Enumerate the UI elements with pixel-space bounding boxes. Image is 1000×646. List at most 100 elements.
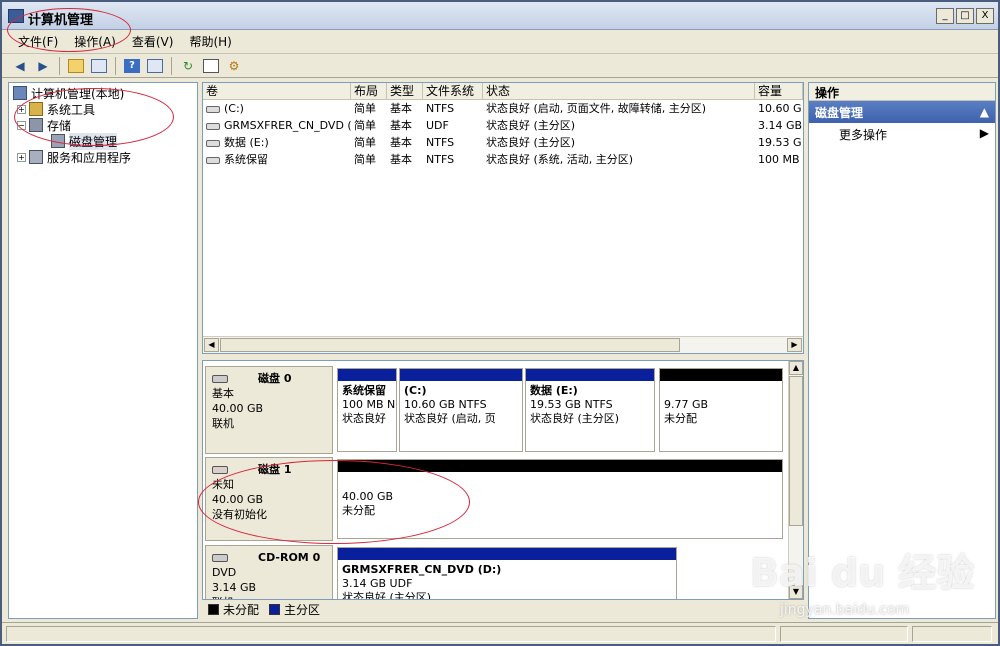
refresh-icon[interactable]: ↻: [178, 57, 198, 75]
partition-e[interactable]: 数据 (E:) 19.53 GB NTFS 状态良好 (主分区): [525, 368, 655, 452]
minimize-button[interactable]: _: [936, 8, 954, 24]
export-icon[interactable]: [145, 57, 165, 75]
properties-icon[interactable]: [201, 57, 221, 75]
maximize-button[interactable]: □: [956, 8, 974, 24]
unallocated-bar: [660, 369, 782, 381]
volume-disk-icon: [206, 105, 220, 113]
collapse-minus-icon[interactable]: −: [17, 120, 26, 130]
toolbar-separator: [59, 56, 60, 75]
volume-row[interactable]: (C:) 简单 基本 NTFS 状态良好 (启动, 页面文件, 故障转储, 主分…: [203, 100, 803, 117]
partition-dvd[interactable]: GRMSXFRER_CN_DVD (D:) 3.14 GB UDF 状态良好 (主分…: [337, 547, 677, 599]
column-type[interactable]: 类型: [387, 83, 423, 100]
settings-icon[interactable]: ⚙: [224, 57, 244, 75]
partition-title: 系统保留: [342, 384, 386, 397]
disk1-type: 未知: [212, 478, 234, 491]
volume-list: 卷 布局 类型 文件系统 状态 容量 (C:) 简单 基本 NTFS 状态良好 …: [202, 82, 804, 354]
volume-name-cell: (C:): [203, 100, 351, 117]
cdrom0-size: 3.14 GB: [212, 581, 257, 594]
volume-row[interactable]: 系统保留 简单 基本 NTFS 状态良好 (系统, 活动, 主分区) 100 M…: [203, 151, 803, 168]
menu-file[interactable]: 文件(F): [10, 31, 66, 52]
volume-fs: NTFS: [426, 102, 455, 115]
menu-view[interactable]: 查看(V): [124, 31, 182, 52]
back-arrow-icon[interactable]: ◀: [10, 57, 30, 75]
tree-disk-management-label: 磁盘管理: [69, 132, 118, 150]
close-button[interactable]: X: [976, 8, 994, 24]
help-icon[interactable]: ?: [122, 57, 142, 75]
status-bar: [2, 622, 998, 644]
menu-bar: 文件(F) 操作(A) 查看(V) 帮助(H): [2, 30, 998, 54]
baidu-watermark-logo: Bai du 经验: [750, 551, 975, 595]
menu-help[interactable]: 帮助(H): [181, 31, 239, 52]
expand-plus-icon[interactable]: +: [17, 152, 26, 162]
partition-unallocated-disk0[interactable]: 9.77 GB 未分配: [659, 368, 783, 452]
collapse-up-icon[interactable]: ▲: [980, 105, 989, 119]
scroll-up-icon[interactable]: ▲: [789, 361, 803, 375]
tree-item-disk-management[interactable]: 磁盘管理: [51, 132, 118, 150]
actions-panel: 操作 磁盘管理 ▲ 更多操作 ▶: [808, 82, 996, 619]
partition-status: 状态良好: [342, 412, 386, 425]
disk0-status: 联机: [212, 417, 234, 430]
partition-size: 40.00 GB: [342, 490, 394, 503]
scroll-left-icon[interactable]: ◀: [204, 338, 219, 352]
cdrom0-name: CD-ROM 0: [258, 551, 321, 564]
partition-status: 状态良好 (启动, 页: [404, 412, 496, 425]
disk1-status: 没有初始化: [212, 508, 267, 521]
hard-disk-icon: [212, 375, 228, 383]
tools-icon: [29, 102, 43, 116]
disk1-name: 磁盘 1: [258, 463, 292, 476]
disk1-size: 40.00 GB: [212, 493, 264, 506]
volume-status: 状态良好 (主分区): [486, 136, 576, 149]
disk0-label[interactable]: 磁盘 0 基本 40.00 GB 联机: [205, 366, 333, 454]
disk-management-icon: [51, 134, 65, 148]
computer-icon: [13, 86, 27, 100]
up-folder-icon[interactable]: [66, 57, 86, 75]
column-status[interactable]: 状态: [483, 83, 755, 100]
scroll-thumb[interactable]: [789, 376, 803, 526]
volume-row[interactable]: GRMSXFRER_CN_DVD (D:) 简单 基本 UDF 状态良好 (主分…: [203, 117, 803, 134]
tree-item-services[interactable]: + 服务和应用程序: [17, 149, 131, 165]
volume-capacity: 100 MB: [758, 153, 800, 166]
cdrom0-label[interactable]: CD-ROM 0 DVD 3.14 GB 联机: [205, 545, 333, 599]
storage-icon: [29, 118, 43, 132]
primary-partition-bar: [526, 369, 654, 381]
column-filesystem[interactable]: 文件系统: [423, 83, 483, 100]
primary-partition-bar: [338, 548, 676, 560]
tree-item-storage[interactable]: − 存储: [17, 117, 71, 133]
column-volume[interactable]: 卷: [203, 83, 351, 100]
partition-c[interactable]: (C:) 10.60 GB NTFS 状态良好 (启动, 页: [399, 368, 523, 452]
volume-type: 基本: [390, 119, 412, 132]
volume-horizontal-scrollbar[interactable]: ◀ ▶: [203, 336, 803, 353]
more-actions-item[interactable]: 更多操作 ▶: [809, 123, 995, 143]
volume-layout: 简单: [354, 153, 376, 166]
disk0-name: 磁盘 0: [258, 372, 292, 385]
disk-graphical-view: 磁盘 0 基本 40.00 GB 联机 系统保留 100 MB N 状态良好 (C:…: [202, 360, 804, 600]
partition-system-reserved[interactable]: 系统保留 100 MB N 状态良好: [337, 368, 397, 452]
volume-status: 状态良好 (系统, 活动, 主分区): [486, 153, 634, 166]
partition-size: 100 MB N: [342, 398, 396, 411]
partition-unallocated-disk1[interactable]: 40.00 GB 未分配: [337, 459, 783, 539]
scroll-thumb[interactable]: [220, 338, 680, 352]
tree-item-system-tools[interactable]: + 系统工具: [17, 101, 95, 117]
tree-root-label: 计算机管理(本地): [31, 86, 125, 101]
volume-name-cell: 系统保留: [203, 151, 351, 168]
volume-row[interactable]: 数据 (E:) 简单 基本 NTFS 状态良好 (主分区) 19.53 G: [203, 134, 803, 151]
forward-arrow-icon[interactable]: ▶: [33, 57, 53, 75]
column-layout[interactable]: 布局: [351, 83, 387, 100]
column-capacity[interactable]: 容量: [755, 83, 803, 100]
show-hide-tree-icon[interactable]: [89, 57, 109, 75]
volume-name: 系统保留: [224, 153, 268, 166]
volume-capacity: 19.53 G: [758, 136, 802, 149]
actions-section-disk-management[interactable]: 磁盘管理 ▲: [809, 101, 995, 123]
window-controls: _ □ X: [936, 8, 994, 24]
tree-storage-label: 存储: [47, 118, 72, 133]
disk1-label[interactable]: 磁盘 1 未知 40.00 GB 没有初始化: [205, 457, 333, 541]
partition-title: 数据 (E:): [530, 384, 578, 397]
volume-capacity: 3.14 GB: [758, 119, 803, 132]
menu-action[interactable]: 操作(A): [66, 31, 124, 52]
volume-capacity: 10.60 G: [758, 102, 802, 115]
tree-item-root[interactable]: 计算机管理(本地): [13, 85, 124, 101]
scroll-right-icon[interactable]: ▶: [787, 338, 802, 352]
expand-plus-icon[interactable]: +: [17, 104, 26, 114]
services-icon: [29, 150, 43, 164]
toolbar-separator: [115, 56, 116, 75]
